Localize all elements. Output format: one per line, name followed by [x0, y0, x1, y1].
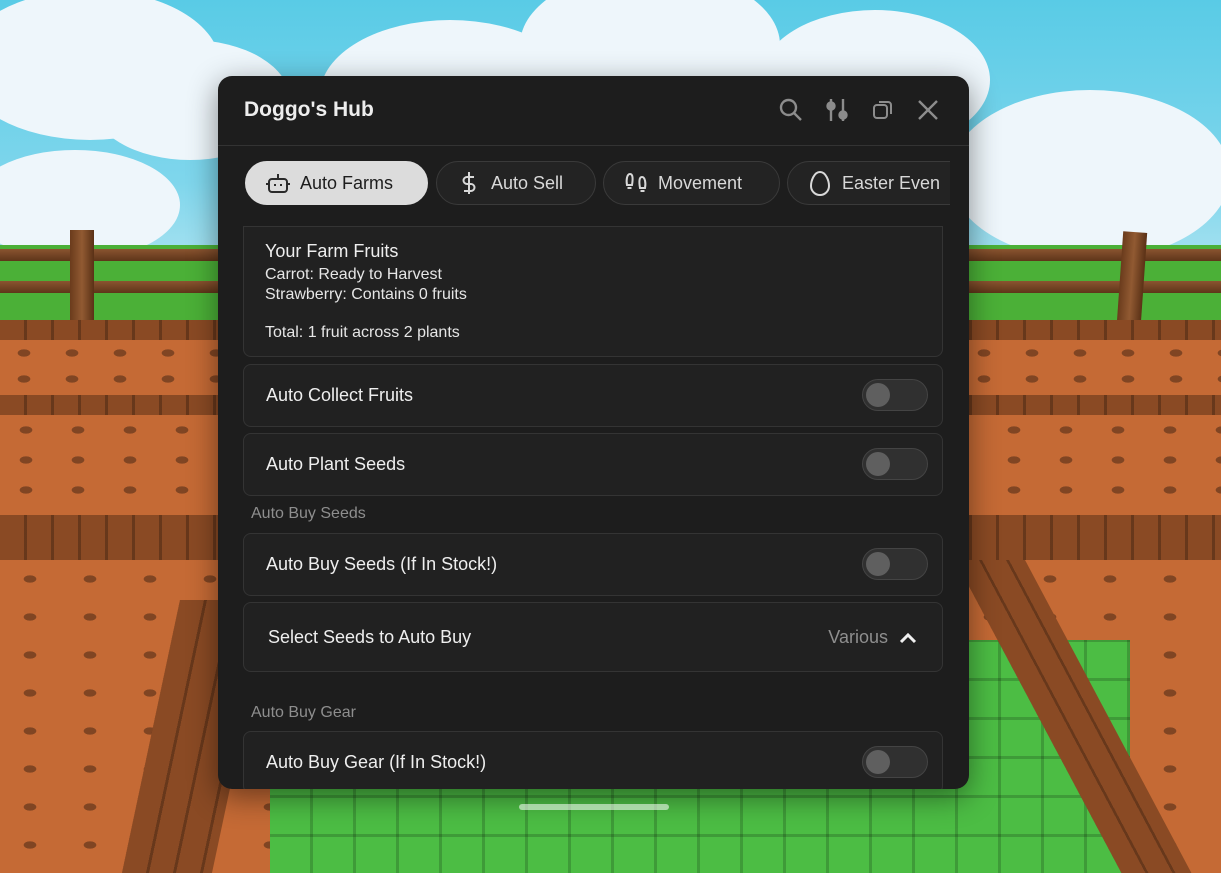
tab-label: Easter Even [842, 172, 941, 193]
auto-plant-label: Auto Plant Seeds [266, 454, 406, 474]
farm-info-total: Total: 1 fruit across 2 plants [265, 324, 460, 341]
tab-label: Movement [658, 172, 743, 193]
footprints-icon [622, 169, 650, 197]
auto-buy-seeds-row: Auto Buy Seeds (If In Stock!) [243, 533, 943, 596]
restore-icon[interactable] [868, 95, 898, 125]
auto-plant-toggle[interactable] [862, 448, 928, 480]
auto-plant-row: Auto Plant Seeds [243, 433, 943, 496]
tab-label: Auto Farms [300, 172, 394, 193]
window-title: Doggo's Hub [244, 98, 374, 121]
tab-bar: Auto Farms Auto Sell Movement Easter Eve… [243, 161, 950, 209]
seed-select-dropdown[interactable]: Select Seeds to Auto Buy Various [243, 602, 943, 672]
auto-collect-label: Auto Collect Fruits [266, 385, 414, 405]
auto-buy-gear-toggle[interactable] [862, 746, 928, 778]
sliders-icon[interactable] [822, 95, 852, 125]
farm-info-line: Carrot: Ready to Harvest [265, 266, 442, 283]
tab-easter-event[interactable]: Easter Even [787, 161, 950, 205]
farm-info-title: Your Farm Fruits [265, 241, 399, 261]
tab-auto-farms[interactable]: Auto Farms [245, 161, 428, 205]
farm-info-card: Your Farm Fruits Carrot: Ready to Harves… [243, 226, 943, 357]
auto-buy-gear-label: Auto Buy Gear (If In Stock!) [266, 752, 487, 772]
toggle-knob [866, 383, 890, 407]
drag-handle[interactable] [519, 804, 669, 810]
auto-buy-seeds-toggle[interactable] [862, 548, 928, 580]
chevron-up-icon[interactable] [898, 628, 918, 648]
auto-collect-row: Auto Collect Fruits [243, 364, 943, 427]
robot-icon [264, 169, 292, 197]
section-header-seeds: Auto Buy Seeds [251, 505, 366, 522]
title-bar: Doggo's Hub [218, 76, 969, 146]
cloud [950, 90, 1221, 260]
toggle-knob [866, 552, 890, 576]
auto-buy-seeds-label: Auto Buy Seeds (If In Stock!) [266, 554, 498, 574]
search-icon[interactable] [776, 95, 806, 125]
seed-select-value: Various [828, 627, 888, 647]
toggle-knob [866, 452, 890, 476]
hub-window: Doggo's Hub Auto Farms Auto Sell Movemen… [218, 76, 969, 789]
toggle-knob [866, 750, 890, 774]
close-icon[interactable] [913, 95, 943, 125]
tab-label: Auto Sell [491, 172, 564, 193]
tab-movement[interactable]: Movement [603, 161, 780, 205]
dollar-icon [455, 169, 483, 197]
auto-collect-toggle[interactable] [862, 379, 928, 411]
section-header-gear: Auto Buy Gear [251, 704, 356, 721]
egg-icon [806, 169, 834, 197]
tab-auto-sell[interactable]: Auto Sell [436, 161, 596, 205]
fence-post [70, 230, 94, 322]
auto-buy-gear-row: Auto Buy Gear (If In Stock!) [243, 731, 943, 789]
seed-select-label: Select Seeds to Auto Buy [268, 627, 472, 647]
farm-info-line: Strawberry: Contains 0 fruits [265, 286, 467, 303]
